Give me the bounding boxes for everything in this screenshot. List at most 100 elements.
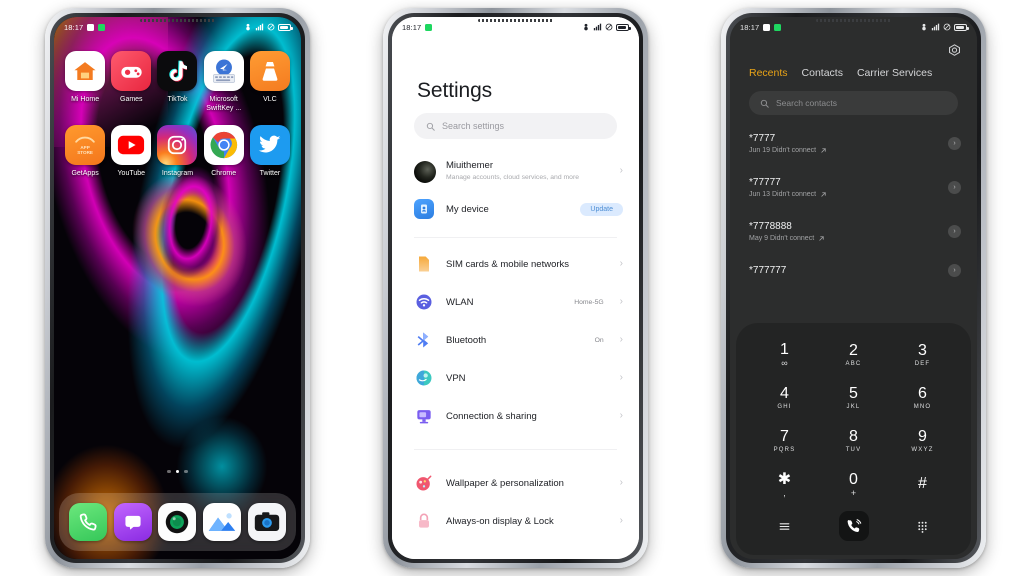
signal-bars-icon	[931, 23, 940, 31]
call-details-button[interactable]: ›	[948, 224, 961, 238]
status-time: 18:17	[402, 22, 422, 32]
key-letters: MNO	[913, 404, 932, 410]
notification-dot-green-icon	[774, 23, 782, 31]
app-label: Instagram	[161, 170, 194, 177]
page-dot-active[interactable]	[175, 469, 180, 473]
gear-icon[interactable]	[946, 43, 963, 60]
menu-icon[interactable]	[778, 520, 791, 533]
app-getapps[interactable]: APP STORE GetApps	[62, 117, 108, 178]
status-left: 18:17	[740, 23, 782, 32]
sim-card-icon	[414, 254, 434, 274]
account-name: Miuithemer	[446, 160, 493, 171]
signal-bars-icon	[255, 23, 264, 31]
twitter-icon	[249, 125, 290, 165]
search-settings-input[interactable]: Search settings	[414, 113, 617, 139]
status-time: 18:17	[64, 22, 84, 32]
key-6[interactable]: 6 MNO	[888, 377, 957, 418]
key-7[interactable]: 7 PQRS	[750, 420, 819, 461]
call-details-button[interactable]: ›	[948, 264, 961, 277]
app-label: Games	[120, 96, 143, 103]
key-3[interactable]: 3 DEF	[888, 333, 957, 375]
tab-carrier-services[interactable]: Carrier Services	[857, 67, 932, 79]
chrome-icon	[203, 125, 244, 165]
row-value: Home-5G	[574, 298, 604, 306]
getapps-text-bottom: STORE	[77, 150, 93, 155]
gallery-icon[interactable]	[203, 503, 242, 541]
settings-row-wallpaper[interactable]: Wallpaper & personalization ›	[392, 464, 639, 502]
key-9[interactable]: 9 WXYZ	[888, 420, 957, 461]
app-mi-home[interactable]: Mi Home	[62, 43, 108, 113]
row-label: VPN	[446, 372, 466, 384]
app-microsoft-swiftkey[interactable]: Microsoft SwiftKey ...	[201, 43, 247, 113]
app-instagram[interactable]: Instagram	[154, 117, 200, 178]
call-icon[interactable]	[838, 511, 869, 541]
key-digit: 5	[849, 385, 858, 402]
key-letters: +	[850, 488, 857, 498]
settings-row-wlan[interactable]: WLAN Home-5G ›	[392, 283, 639, 321]
row-label: Bluetooth	[446, 334, 487, 346]
chevron-right-icon: ›	[619, 410, 623, 421]
key-star[interactable]: ✱ ,	[750, 463, 819, 505]
app-chrome[interactable]: Chrome	[201, 117, 247, 178]
key-digit: 2	[849, 341, 858, 359]
page-dot[interactable]	[184, 469, 188, 473]
settings-row-vpn[interactable]: VPN ›	[392, 359, 639, 397]
call-details-button[interactable]: ›	[948, 180, 961, 194]
key-digit: 6	[918, 385, 927, 402]
call-log-row[interactable]: *7778888 May 9 Didn't connect ›	[730, 209, 977, 253]
key-1[interactable]: 1 ∞	[750, 333, 819, 375]
key-letters: JKL	[846, 404, 861, 410]
settings-row-sim-cards[interactable]: SIM cards & mobile networks ›	[392, 245, 639, 283]
tab-contacts[interactable]: Contacts	[802, 67, 843, 79]
call-details-button[interactable]: ›	[948, 136, 961, 150]
mi-home-icon	[65, 51, 106, 91]
phone-icon[interactable]	[69, 503, 108, 541]
dialer-keypad: 1 ∞ 2 ABC 3 DEF 4 GHI 5 JKL 6 MNO 7 PQRS…	[736, 323, 971, 555]
settings-row-bluetooth[interactable]: Bluetooth On ›	[392, 321, 639, 359]
keypad-icon[interactable]	[916, 520, 929, 533]
row-label: Always-on display & Lock	[446, 515, 554, 527]
vpn-icon	[414, 368, 434, 388]
app-tiktok[interactable]: TikTok	[154, 43, 200, 113]
tiktok-icon	[157, 51, 198, 91]
app-twitter[interactable]: Twitter	[247, 117, 293, 178]
call-log-row[interactable]: *777777 ›	[730, 253, 977, 288]
key-5[interactable]: 5 JKL	[819, 377, 888, 418]
call-log-row[interactable]: *77777 Jun 13 Didn't connect ›	[730, 165, 977, 209]
call-number: *77777	[749, 177, 781, 188]
chevron-right-icon: ›	[619, 258, 623, 269]
key-digit: 4	[780, 385, 789, 402]
call-meta-text: Jun 19 Didn't connect	[749, 147, 817, 154]
dialer-tabs: Recents Contacts Carrier Services	[749, 67, 967, 79]
row-value: On	[594, 336, 604, 344]
camera-lens-icon[interactable]	[158, 503, 197, 541]
app-youtube[interactable]: YouTube	[108, 117, 154, 178]
settings-row-account[interactable]: Miuithemer Manage accounts, cloud servic…	[392, 153, 639, 188]
lock-icon	[414, 511, 434, 531]
key-hash[interactable]: #	[888, 463, 957, 505]
key-0[interactable]: 0 +	[819, 463, 888, 505]
outgoing-call-arrow-icon	[821, 192, 826, 197]
search-icon	[426, 122, 435, 131]
key-letters: PQRS	[773, 447, 796, 453]
messages-icon[interactable]	[113, 503, 152, 541]
key-8[interactable]: 8 TUV	[819, 420, 888, 461]
status-right	[582, 23, 631, 31]
page-dot[interactable]	[167, 469, 171, 473]
tab-recents[interactable]: Recents	[749, 67, 788, 79]
settings-row-my-device[interactable]: My device Update	[392, 188, 639, 230]
settings-row-always-on-display[interactable]: Always-on display & Lock ›	[392, 502, 639, 540]
call-log-row[interactable]: *7777 Jun 19 Didn't connect ›	[730, 121, 977, 165]
key-2[interactable]: 2 ABC	[819, 333, 888, 375]
settings-row-connection-sharing[interactable]: Connection & sharing ›	[392, 397, 639, 435]
wifi-icon	[414, 292, 434, 312]
row-text: Miuithemer Manage accounts, cloud servic…	[446, 159, 608, 182]
key-4[interactable]: 4 GHI	[750, 377, 819, 418]
search-contacts-input[interactable]: Search contacts	[749, 91, 958, 115]
app-games[interactable]: Games	[108, 43, 154, 113]
app-vlc[interactable]: VLC	[247, 43, 293, 113]
camera-icon[interactable]	[247, 503, 286, 541]
games-icon	[111, 51, 152, 91]
update-badge[interactable]: Update	[580, 202, 623, 216]
my-device-name: My device	[446, 203, 489, 215]
